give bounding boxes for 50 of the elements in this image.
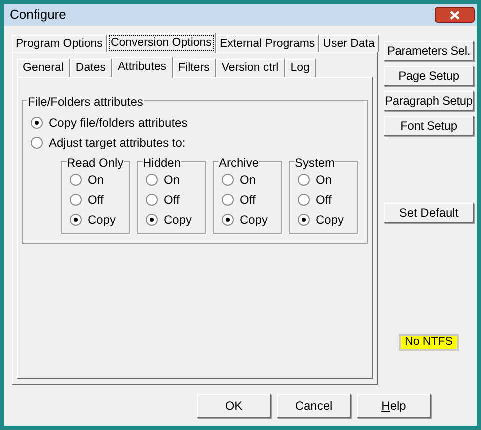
radio-button[interactable]: [70, 194, 82, 206]
dialog-button[interactable]: Paragraph Setup: [384, 91, 474, 111]
radio-button[interactable]: [222, 214, 234, 226]
radio-label: On: [240, 172, 256, 189]
radio-button[interactable]: [222, 174, 234, 186]
dialog-button[interactable]: Page Setup: [384, 66, 474, 86]
radio-label: Copy: [164, 212, 192, 229]
dialog-button[interactable]: Help: [357, 394, 431, 418]
radio-button[interactable]: [146, 174, 158, 186]
radio-button[interactable]: [70, 214, 82, 226]
radio-label: Copy file/folders attributes: [49, 115, 188, 132]
radio-label: Copy: [316, 212, 344, 229]
close-icon: [450, 10, 460, 20]
radio-label: Off: [316, 192, 332, 209]
tab[interactable]: Log: [284, 59, 316, 77]
radio-button[interactable]: [31, 137, 43, 149]
radio-label: Copy: [240, 212, 268, 229]
radio-button[interactable]: [146, 214, 158, 226]
radio-button[interactable]: [298, 194, 310, 206]
tab[interactable]: Version ctrl: [216, 59, 285, 77]
tab[interactable]: Attributes: [112, 57, 173, 78]
tab[interactable]: Program Options: [12, 35, 107, 52]
tab[interactable]: General: [17, 59, 70, 77]
radio-label: Off: [88, 192, 104, 209]
radio-label: Adjust target attributes to:: [49, 135, 186, 152]
radio-label: On: [164, 172, 180, 189]
window-title: Configure: [10, 6, 66, 24]
dialog-button[interactable]: Parameters Sel.: [384, 41, 474, 61]
tab[interactable]: User Data: [319, 35, 379, 52]
radio-button[interactable]: [146, 194, 158, 206]
tab[interactable]: Dates: [70, 59, 112, 77]
radio-button[interactable]: [298, 214, 310, 226]
close-button[interactable]: [435, 7, 475, 23]
radio-label: Off: [240, 192, 256, 209]
tab[interactable]: External Programs: [216, 35, 320, 52]
radio-button[interactable]: [298, 174, 310, 186]
radio-label: On: [316, 172, 332, 189]
radio-button[interactable]: [222, 194, 234, 206]
dialog-button[interactable]: Cancel: [277, 394, 351, 418]
dialog-button[interactable]: OK: [197, 394, 271, 418]
radio-button[interactable]: [31, 117, 43, 129]
tab[interactable]: Filters: [172, 59, 216, 77]
dialog-button[interactable]: Font Setup: [384, 116, 474, 136]
radio-label: Copy: [88, 212, 116, 229]
dialog-button[interactable]: Set Default: [384, 203, 474, 223]
radio-label: On: [88, 172, 104, 189]
status-badge: No NTFS: [399, 334, 459, 351]
tab[interactable]: Conversion Options: [106, 33, 216, 53]
radio-label: Off: [164, 192, 180, 209]
radio-button[interactable]: [70, 174, 82, 186]
